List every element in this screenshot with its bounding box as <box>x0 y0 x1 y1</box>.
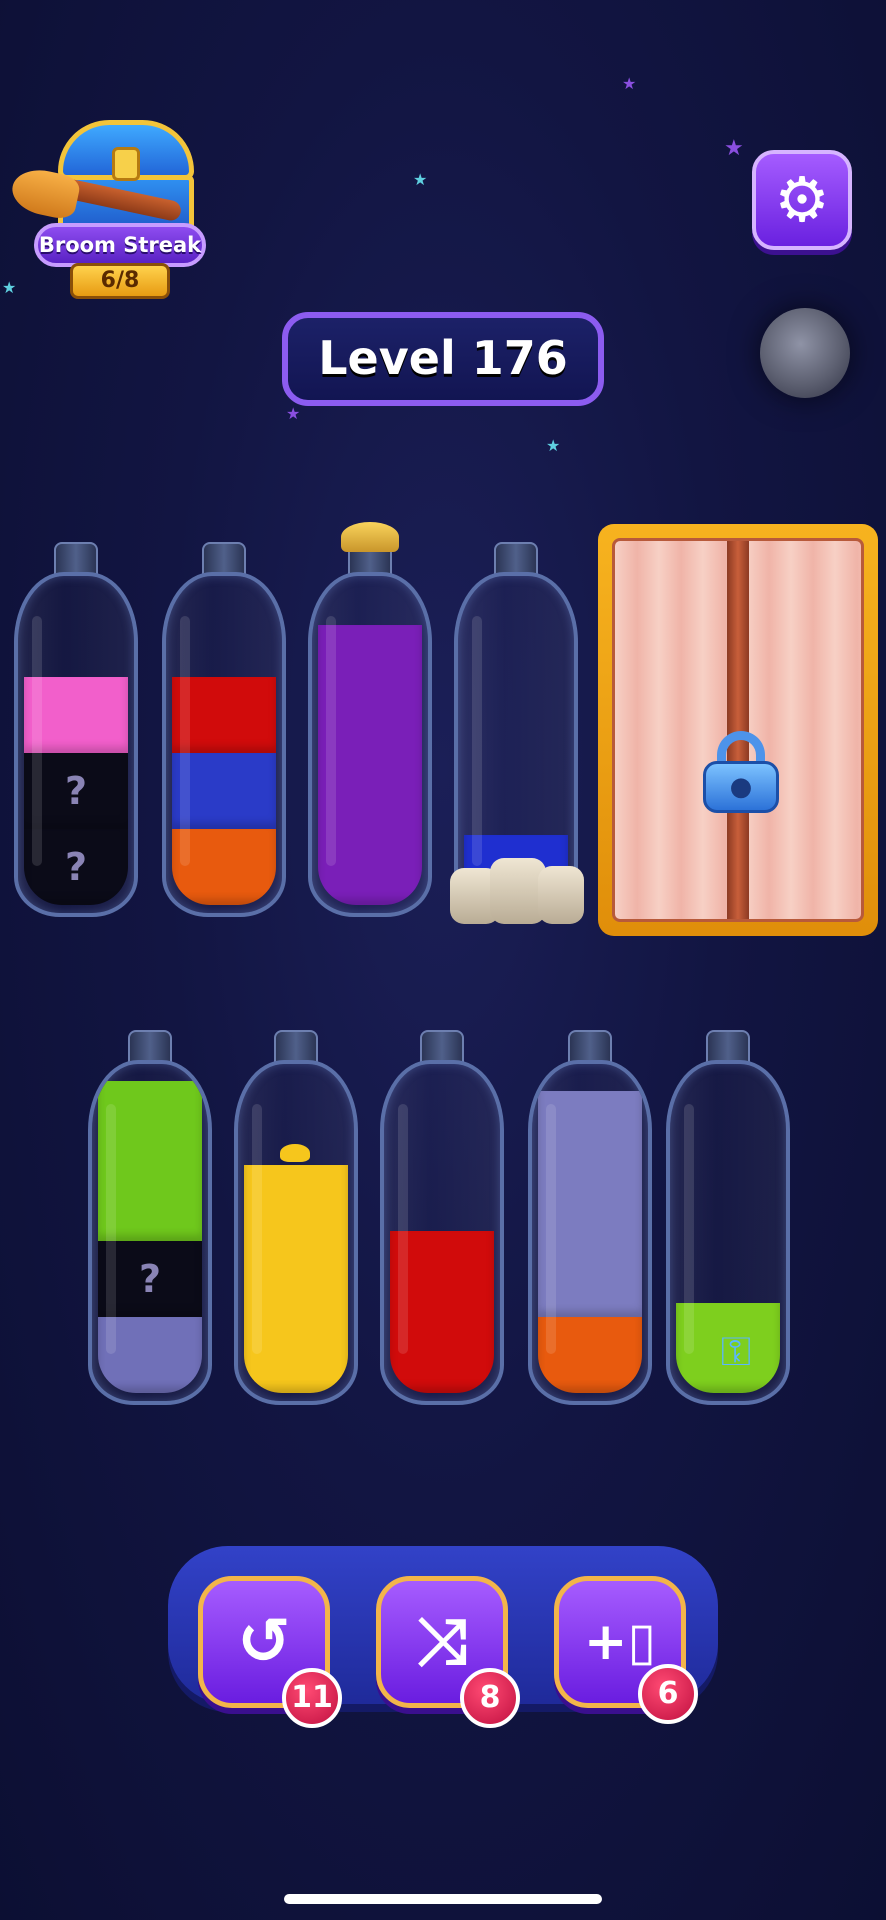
star-decoration: ★ <box>546 436 561 455</box>
bottle-shine <box>326 616 336 866</box>
liquid-drip <box>280 1144 310 1162</box>
star-decoration: ★ <box>622 74 637 93</box>
bottle-shine <box>106 1104 116 1354</box>
bottle[interactable]: ?? <box>14 542 138 917</box>
locked-bottle-slot[interactable]: ● <box>598 524 878 936</box>
bottle[interactable]: ? <box>88 1030 212 1405</box>
padlock-icon: ● <box>703 731 779 813</box>
bottle-glass <box>308 572 432 917</box>
gear-icon: ⚙ <box>774 163 830 236</box>
bottle[interactable] <box>380 1030 504 1405</box>
bottle-neck <box>706 1030 750 1064</box>
broom-streak-count: 6/8 <box>70 263 170 299</box>
bottle-neck <box>202 542 246 576</box>
bottle-glass <box>234 1060 358 1405</box>
toggle-knob[interactable] <box>760 308 850 398</box>
bottle-shine <box>684 1104 694 1354</box>
bottle-shine <box>180 616 190 866</box>
broom-streak-label: Broom Streak <box>34 223 206 267</box>
bottle-neck <box>420 1030 464 1064</box>
bottle[interactable] <box>528 1030 652 1405</box>
chest-lock-icon <box>112 147 140 181</box>
bottle-neck <box>274 1030 318 1064</box>
shuffle-icon: ⤨ <box>416 1605 468 1679</box>
star-decoration: ★ <box>413 170 428 189</box>
bottle-glass <box>528 1060 652 1405</box>
bottle-glass <box>162 572 286 917</box>
settings-button[interactable]: ⚙ <box>752 150 852 250</box>
curtain-seam <box>727 541 749 919</box>
bottle-glass: ?? <box>14 572 138 917</box>
bottle-neck <box>494 542 538 576</box>
bottle-neck <box>54 542 98 576</box>
bottle-shine <box>472 616 482 866</box>
bottle-neck <box>568 1030 612 1064</box>
star-decoration: ★ <box>724 136 744 161</box>
star-decoration: ★ <box>286 404 301 423</box>
bottle[interactable] <box>308 542 432 917</box>
cork-icon <box>341 522 399 552</box>
bottle-shine <box>32 616 42 866</box>
bottle-shine <box>398 1104 408 1354</box>
add-bottle-count-badge: 6 <box>638 1664 698 1724</box>
undo-count-badge: 11 <box>282 1668 342 1728</box>
curtain: ● <box>612 538 864 922</box>
bottle-neck <box>128 1030 172 1064</box>
bottle[interactable] <box>162 542 286 917</box>
padlock-body: ● <box>703 761 779 813</box>
key-icon: ⚿ <box>720 1329 752 1375</box>
bottle-glass <box>380 1060 504 1405</box>
bottle[interactable] <box>234 1030 358 1405</box>
bottle-shine <box>252 1104 262 1354</box>
broom-streak-widget[interactable]: Broom Streak 6/8 <box>8 115 208 300</box>
rocks-icon <box>450 838 590 928</box>
bottle-glass: ? <box>88 1060 212 1405</box>
home-indicator[interactable] <box>284 1894 602 1904</box>
undo-icon: ↺ <box>237 1605 291 1679</box>
bottle-shine <box>546 1104 556 1354</box>
level-title: Level 176 <box>282 312 604 406</box>
add-bottle-icon: +▯ <box>583 1612 657 1672</box>
shuffle-count-badge: 8 <box>460 1668 520 1728</box>
